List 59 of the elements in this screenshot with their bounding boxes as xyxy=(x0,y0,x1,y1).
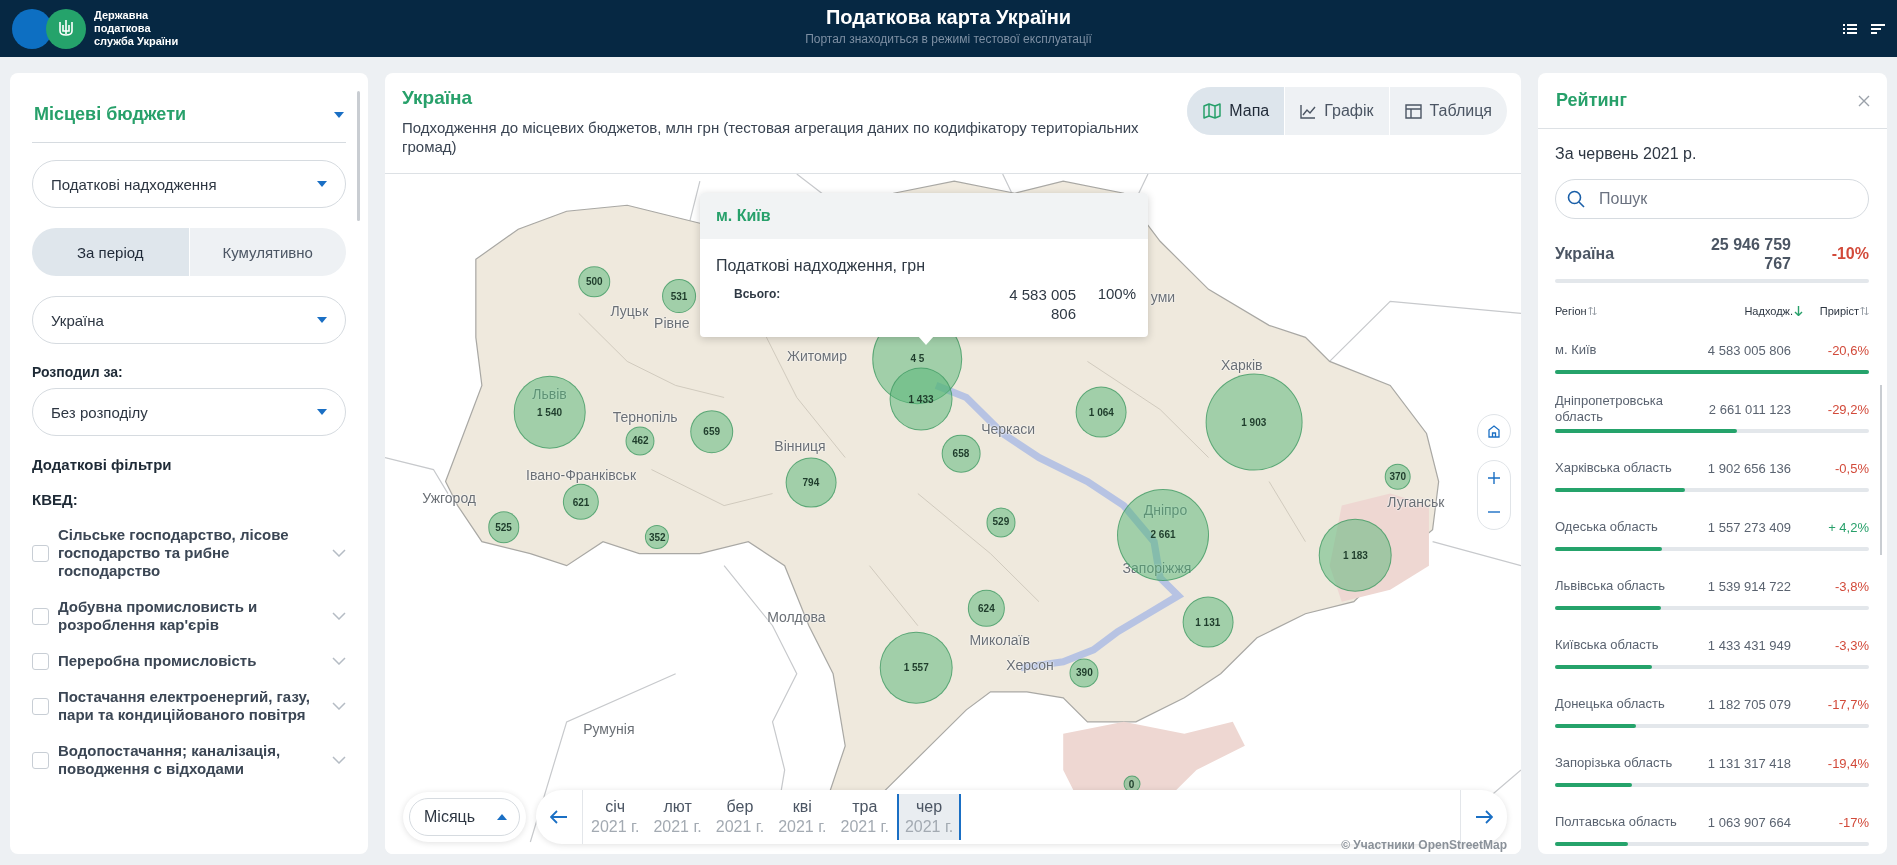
growth-value: -29,2% xyxy=(1826,401,1869,417)
place-label: Житомир xyxy=(786,347,847,364)
revenue-value: 1 539 914 722 xyxy=(1706,578,1791,594)
kved-heading: КВЕД: xyxy=(32,491,79,508)
place-label: Ужгород xyxy=(422,490,477,507)
map-title: Україна xyxy=(402,87,474,109)
growth-value: -0,5% xyxy=(1834,460,1869,476)
revenue-value: 1 557 273 409 xyxy=(1706,519,1791,535)
filter-label: Постачання електроенергий, газу, пари та кондиційованого повітря xyxy=(58,688,311,724)
growth-value: -3,3% xyxy=(1834,637,1869,653)
growth-value: -17% xyxy=(1837,814,1869,830)
total-growth: -10% xyxy=(1830,245,1869,263)
revenue-value: 2 661 011 123 xyxy=(1707,401,1791,417)
revenue-value: 1 902 656 136 xyxy=(1706,460,1791,476)
place-label: Луганськ xyxy=(1387,493,1445,510)
page-subtitle: Портал знаходиться в режимі тестової експлуатації xyxy=(805,32,1092,46)
place-label: Миколаїв xyxy=(969,631,1030,648)
revenue-value: 1 433 431 949 xyxy=(1706,637,1791,653)
revenue-value: 1 182 705 079 xyxy=(1706,696,1791,712)
map-attribution: © Участники OpenStreetMap xyxy=(1341,838,1507,852)
filter-label: Переробна промисловість xyxy=(58,652,258,670)
place-label: Луцьк xyxy=(610,302,649,319)
tooltip-value: 4 583 005 806 xyxy=(1008,285,1076,323)
distribution-label: Розподил за: xyxy=(32,364,124,380)
revenue-value: 1 131 317 418 xyxy=(1706,755,1791,771)
ranking-title: Рейтинг xyxy=(1556,90,1627,111)
place-label: Херсон xyxy=(1006,657,1054,674)
place-label: Дніпро xyxy=(1143,502,1188,519)
place-label: Рівне xyxy=(654,314,690,331)
growth-value: + 4,2% xyxy=(1827,519,1869,535)
total-value: 25 946 759 767 xyxy=(1709,235,1791,273)
place-label: Тернопіль xyxy=(612,409,678,426)
ranking-period: За червень 2021 р. xyxy=(1555,145,1698,163)
place-label: Румунія xyxy=(583,721,635,738)
filter-label: Добувна промисловисть и розроблення кар'єрів xyxy=(58,598,259,634)
tooltip-share: 100% xyxy=(1096,285,1136,304)
place-label: Черкаси xyxy=(981,421,1036,438)
tooltip-indicator: Податкові надходження, грн xyxy=(715,256,926,276)
filter-label: Водопостачання; каналізація, поводження с відходами xyxy=(58,742,282,778)
filter-label: Сільське господарство, лісове господарство та рибне господарство xyxy=(58,526,290,580)
place-label: Харків xyxy=(1220,357,1263,374)
map-description: Подходження до місцевих бюджетов, млн грн (тестовая агрегация даних по кодифікатору територіальних громад) xyxy=(402,118,1140,156)
place-label: Вінниця xyxy=(774,438,826,455)
total-name: Україна xyxy=(1555,245,1616,263)
growth-value: -20,6% xyxy=(1826,342,1869,358)
growth-value: -3,8% xyxy=(1834,578,1869,594)
place-label: уми xyxy=(1150,289,1176,306)
filters-heading: Додаткові фільтри xyxy=(32,456,173,473)
revenue-value: 1 063 907 664 xyxy=(1706,814,1791,830)
tooltip-label: Всього: xyxy=(734,286,782,303)
tooltip-title: м. Київ xyxy=(700,193,1148,239)
organization-name: Державна податкова служба України xyxy=(94,9,180,48)
place-label: Львів xyxy=(532,386,567,403)
growth-value: -17,7% xyxy=(1826,696,1869,712)
place-label: Молдова xyxy=(767,608,826,625)
growth-value: -19,4% xyxy=(1826,755,1869,771)
revenue-value: 4 583 005 806 xyxy=(1706,342,1791,358)
place-label: Івано-Франківськ xyxy=(526,467,637,484)
page-title: Податкова карта України xyxy=(825,6,1072,29)
